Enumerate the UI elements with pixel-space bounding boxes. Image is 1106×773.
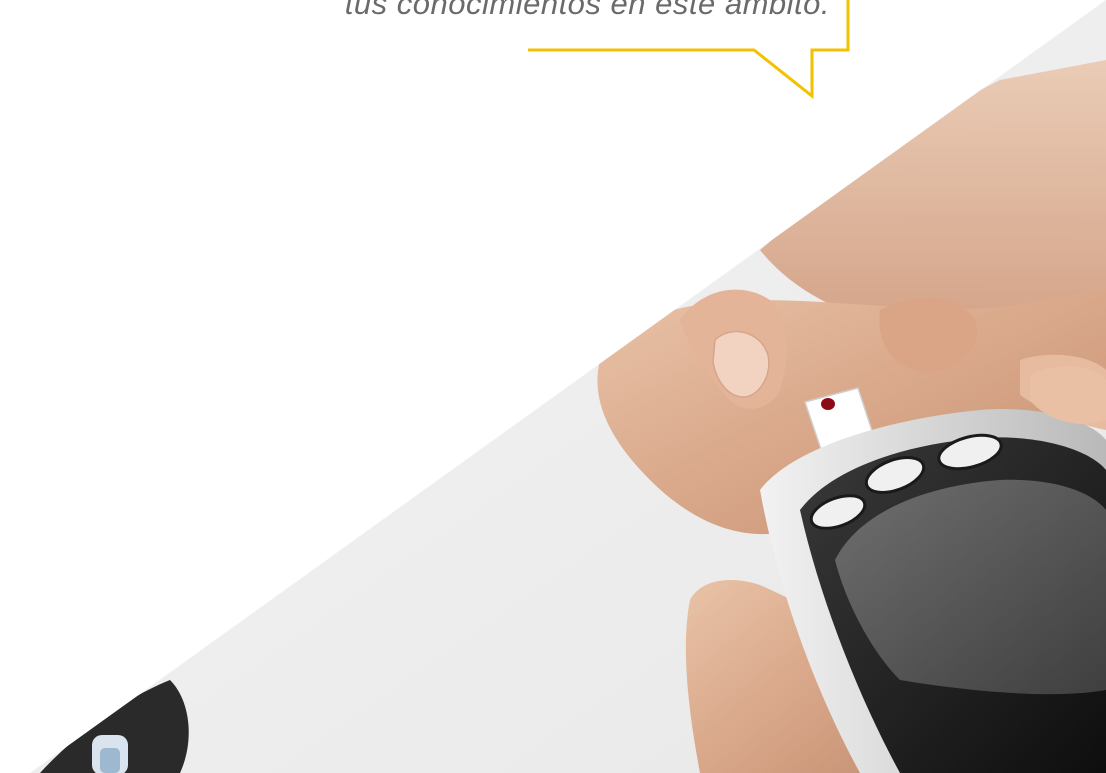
page: tus conocimientos en este ámbito. (0, 0, 1106, 773)
quote-text: tus conocimientos en este ámbito. (344, 0, 830, 21)
glucometer-photo (30, 0, 1106, 773)
